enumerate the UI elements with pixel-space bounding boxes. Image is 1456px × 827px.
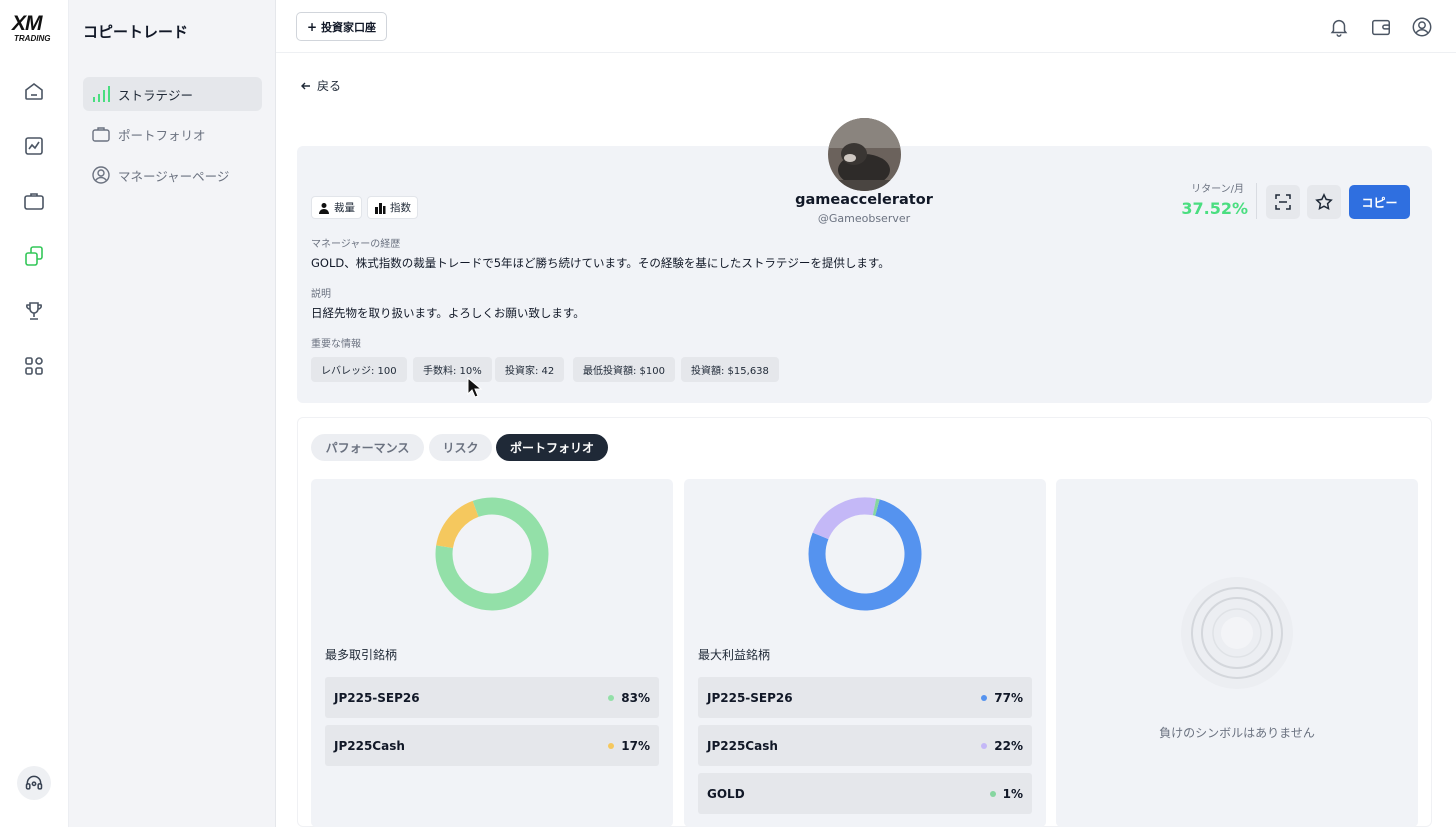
description-label: 説明 xyxy=(311,289,331,300)
sidebar-item-strategy[interactable]: ストラテジー xyxy=(83,77,262,111)
donut-slice-jp225cash xyxy=(436,500,479,549)
symbol-label: JP225-SEP26 xyxy=(334,690,420,705)
signal-bars-icon xyxy=(93,86,110,102)
tag-label: 指数 xyxy=(390,202,411,214)
briefcase-icon[interactable] xyxy=(22,189,46,213)
sidebar-item-manager-page[interactable]: マネージャーページ xyxy=(83,158,262,192)
sidebar: コピートレード ストラテジー ポートフォリオ マネージャーページ xyxy=(69,0,276,827)
tab-risk[interactable]: リスク xyxy=(429,434,492,461)
top-bar: + 投資家口座 xyxy=(276,0,1456,53)
sidebar-item-label: ポートフォリオ xyxy=(118,127,206,143)
sidebar-title: コピートレード xyxy=(83,23,189,41)
apps-icon[interactable] xyxy=(22,354,46,378)
avatar xyxy=(828,118,901,191)
back-label: 戻る xyxy=(317,79,342,93)
manager-name: gameaccelerator xyxy=(795,192,933,208)
bar-chart-icon xyxy=(375,202,386,214)
plus-icon: + xyxy=(307,19,318,34)
list-item: JP225Cash 17% xyxy=(325,725,659,766)
back-link[interactable]: 戻る xyxy=(300,77,341,94)
most-profitable-donut xyxy=(808,497,922,611)
legend-dot xyxy=(989,790,996,797)
symbol-label: JP225-SEP26 xyxy=(707,690,793,705)
xm-logo[interactable]: XM TRADING xyxy=(12,12,58,44)
mouse-cursor-icon xyxy=(467,377,483,398)
logo-main-text: XM xyxy=(12,12,43,35)
tag-discretionary: 裁量 xyxy=(311,196,362,219)
sidebar-item-label: ストラテジー xyxy=(118,87,194,103)
sidebar-item-label: マネージャーページ xyxy=(118,168,230,184)
percent-value: 22% xyxy=(994,738,1023,753)
history-label: マネージャーの経歴 xyxy=(311,239,401,250)
chip-invested-amount: 投資額: $15,638 xyxy=(681,357,779,382)
star-icon xyxy=(1315,193,1333,210)
copy-trade-icon[interactable] xyxy=(22,244,46,268)
chip-leverage: レバレッジ: 100 xyxy=(311,357,407,382)
home-icon[interactable] xyxy=(22,79,46,103)
percent-value: 1% xyxy=(1002,786,1023,801)
return-label: リターン/月 xyxy=(1191,184,1244,195)
add-investor-account-button[interactable]: + 投資家口座 xyxy=(296,12,388,41)
symbol-label: JP225Cash xyxy=(334,738,405,753)
description-text: 日経先物を取り扱います。よろしくお願い致します。 xyxy=(311,306,585,320)
history-text: GOLD、株式指数の裁量トレードで5年ほど勝ち続けています。その経験を基にしたス… xyxy=(311,256,890,270)
list-item: JP225-SEP26 83% xyxy=(325,677,659,718)
tag-index: 指数 xyxy=(367,196,418,219)
expand-icon xyxy=(1275,194,1291,210)
symbol-label: GOLD xyxy=(707,786,745,801)
invest-button-label: 投資家口座 xyxy=(321,20,377,34)
trophy-icon[interactable] xyxy=(22,299,46,323)
support-button[interactable] xyxy=(17,766,51,800)
logo-sub-text: TRADING xyxy=(14,34,51,43)
copy-button[interactable]: コピー xyxy=(1349,185,1410,219)
favorite-button[interactable] xyxy=(1307,185,1341,219)
manager-handle: @Gameobserver xyxy=(817,212,911,225)
fullscreen-button[interactable] xyxy=(1266,185,1300,219)
tab-performance[interactable]: パフォーマンス xyxy=(311,434,424,461)
briefcase-icon xyxy=(92,127,110,142)
sidebar-item-portfolio[interactable]: ポートフォリオ xyxy=(83,117,262,151)
percent-value: 77% xyxy=(994,690,1023,705)
legend-dot xyxy=(981,694,988,701)
divider xyxy=(1256,183,1257,219)
legend-dot xyxy=(981,742,988,749)
info-label: 重要な情報 xyxy=(311,339,361,350)
tab-portfolio[interactable]: ポートフォリオ xyxy=(496,434,608,461)
legend-dot xyxy=(608,742,615,749)
icon-rail: XM TRADING xyxy=(0,0,69,827)
most-traded-donut xyxy=(435,497,549,611)
list-item: GOLD 1% xyxy=(698,773,1032,814)
donut-slice-gold xyxy=(872,498,880,516)
person-icon xyxy=(319,202,329,214)
user-circle-icon xyxy=(92,166,110,184)
legend-dot xyxy=(608,694,615,701)
most-traded-title: 最多取引銘柄 xyxy=(325,648,398,662)
bell-icon[interactable] xyxy=(1328,16,1350,38)
most-profitable-title: 最大利益銘柄 xyxy=(698,648,771,662)
list-item: JP225Cash 22% xyxy=(698,725,1032,766)
empty-state-icon xyxy=(1181,577,1293,689)
wallet-icon[interactable] xyxy=(1370,16,1392,38)
headset-icon xyxy=(25,775,43,790)
list-item: JP225-SEP26 77% xyxy=(698,677,1032,718)
percent-value: 83% xyxy=(621,690,650,705)
percent-value: 17% xyxy=(621,738,650,753)
donut-slice-jp225cash xyxy=(812,497,877,540)
empty-state-text: 負けのシンボルはありません xyxy=(1159,726,1315,740)
chip-min-investment: 最低投資額: $100 xyxy=(573,357,675,382)
symbol-label: JP225Cash xyxy=(707,738,778,753)
tag-label: 裁量 xyxy=(334,202,355,214)
chip-investors: 投資家: 42 xyxy=(495,357,565,382)
arrow-left-icon xyxy=(301,82,310,89)
return-value: 37.52% xyxy=(1181,199,1248,218)
chart-icon[interactable] xyxy=(22,134,46,158)
user-icon[interactable] xyxy=(1411,16,1433,38)
